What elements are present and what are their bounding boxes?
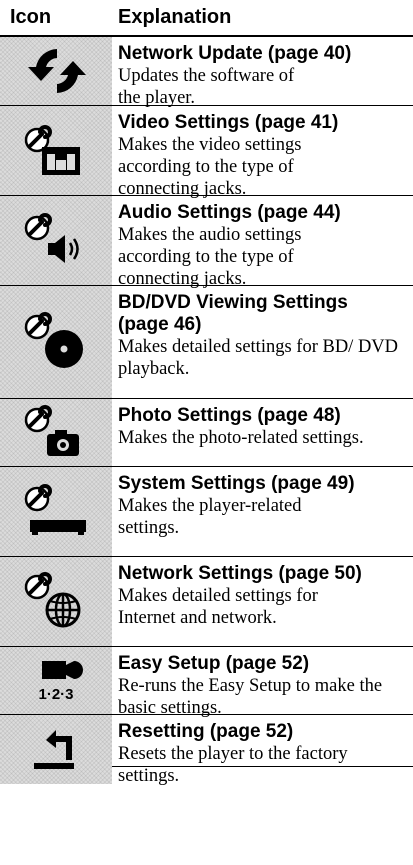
row-title: Easy Setup (page 52) bbox=[118, 653, 310, 674]
network-update-icon bbox=[28, 49, 86, 93]
resetting-icon bbox=[34, 729, 74, 769]
easy-setup-icon: 1·2·3 bbox=[38, 660, 83, 703]
system-settings-icon bbox=[24, 483, 86, 535]
table-row: Resetting (page 52) Resets the player to… bbox=[0, 715, 413, 865]
row-title: Network Settings (page 50) bbox=[118, 563, 362, 584]
table-row: Audio Settings (page 44) Makes the audio… bbox=[0, 196, 413, 289]
icon-cell bbox=[0, 467, 112, 556]
table-header: Icon Explanation bbox=[0, 0, 413, 37]
network-settings-icon bbox=[24, 571, 81, 627]
row-description: Makes the audio settings according to th… bbox=[118, 225, 302, 289]
row-description: Makes the player-related settings. bbox=[118, 496, 302, 538]
row-title: Photo Settings (page 48) bbox=[118, 405, 341, 426]
table-row: Video Settings (page 41) Makes the video… bbox=[0, 106, 413, 199]
row-description: Resets the player to the factory setting… bbox=[118, 744, 348, 786]
row-title: System Settings (page 49) bbox=[118, 473, 355, 494]
table-row: Photo Settings (page 48) Makes the photo… bbox=[0, 399, 413, 467]
row-description: Makes the video settings according to th… bbox=[118, 135, 302, 199]
row-description: Makes detailed settings for Internet and… bbox=[118, 586, 318, 628]
row-title: Audio Settings (page 44) bbox=[118, 202, 341, 223]
icon-cell bbox=[0, 286, 112, 398]
icon-cell bbox=[0, 196, 112, 285]
bd-dvd-viewing-settings-icon bbox=[24, 312, 83, 368]
row-description: Updates the software of the player. bbox=[118, 66, 295, 108]
table-row: Network Settings (page 50) Makes detaile… bbox=[0, 557, 413, 647]
row-title: Network Update (page 40) bbox=[118, 43, 352, 64]
icon-cell bbox=[0, 715, 112, 784]
video-settings-icon bbox=[24, 124, 80, 175]
row-title: Video Settings (page 41) bbox=[118, 112, 339, 133]
icon-cell bbox=[0, 399, 112, 466]
table-row: System Settings (page 49) Makes the play… bbox=[0, 467, 413, 557]
icon-column-header: Icon bbox=[10, 6, 52, 28]
table-row: 1·2·3 Easy Setup (page 52) Re-runs the E… bbox=[0, 647, 413, 718]
row-description: Makes the photo-related settings. bbox=[118, 428, 364, 448]
table-row: Network Update (page 40) Updates the sof… bbox=[0, 37, 413, 108]
easy-setup-icon-text: 1·2·3 bbox=[38, 686, 73, 703]
photo-settings-icon bbox=[24, 404, 79, 456]
explanation-column-header: Explanation bbox=[118, 6, 232, 28]
icon-cell bbox=[0, 557, 112, 646]
row-description: Makes detailed settings for BD/ DVD play… bbox=[118, 337, 399, 379]
audio-settings-icon bbox=[24, 212, 79, 263]
icon-cell bbox=[0, 106, 112, 195]
row-description: Re-runs the Easy Setup to make the basic… bbox=[118, 676, 383, 718]
icon-cell bbox=[0, 37, 112, 105]
table-row: BD/DVD Viewing Settings (page 46) Makes … bbox=[0, 286, 413, 399]
row-title: Resetting (page 52) bbox=[118, 721, 294, 742]
icon-cell: 1·2·3 bbox=[0, 647, 112, 714]
row-title: BD/DVD Viewing Settings (page 46) bbox=[118, 292, 348, 335]
